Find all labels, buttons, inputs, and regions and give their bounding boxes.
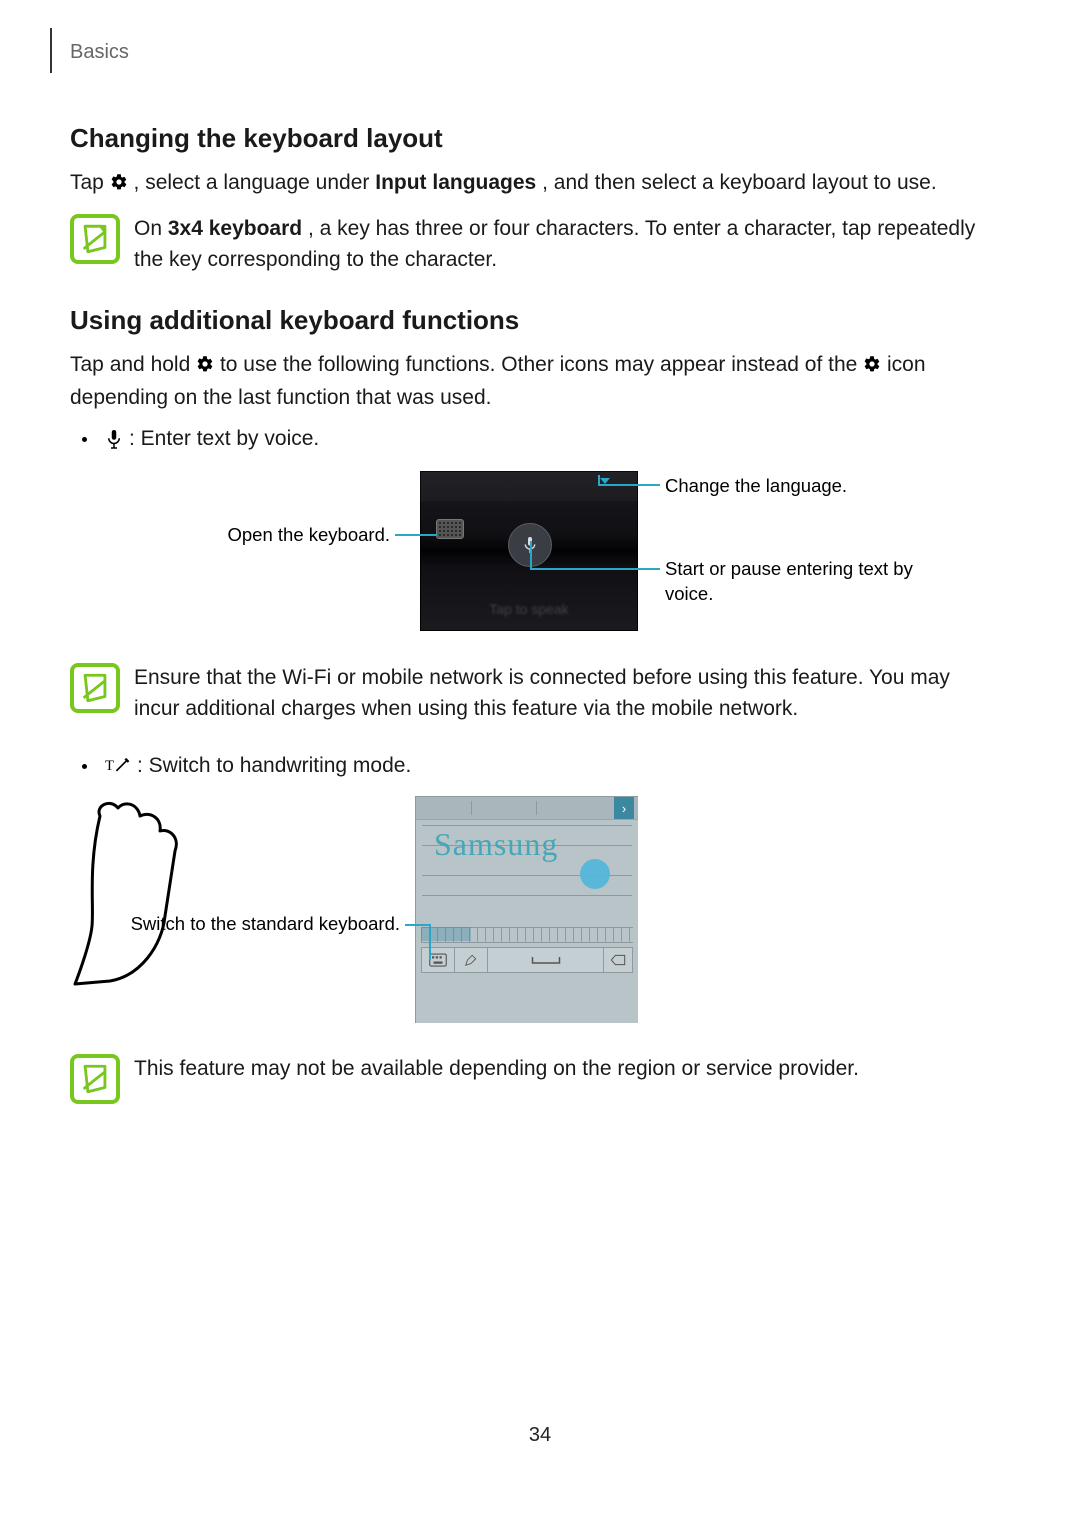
note-icon — [70, 1054, 120, 1104]
separator — [471, 801, 472, 815]
touch-point-icon — [580, 859, 610, 889]
note-icon — [70, 214, 120, 264]
text-fragment: On — [134, 217, 168, 240]
running-head-label: Basics — [70, 38, 129, 64]
note-text: On 3x4 keyboard , a key has three or fou… — [134, 214, 990, 275]
callout-open-keyboard: Open the keyboard. — [180, 523, 390, 548]
bold-3x4-keyboard: 3x4 keyboard — [168, 217, 302, 240]
hand-pointer-illustration — [70, 796, 230, 986]
callout-start-pause-voice: Start or pause entering text by voice. — [665, 557, 925, 607]
bullet-handwriting-text: : Switch to handwriting mode. — [137, 754, 411, 778]
bullet-dot — [82, 764, 87, 769]
chevron-right-icon: › — [614, 797, 634, 819]
microphone-icon — [105, 428, 123, 450]
callout-line — [395, 534, 437, 536]
callout-line — [429, 924, 431, 960]
gear-icon — [863, 352, 881, 382]
note-region: This feature may not be available depend… — [70, 1054, 990, 1104]
tap-to-speak-label: Tap to speak — [420, 601, 638, 617]
figure-handwriting: › Samsung — [70, 796, 990, 1026]
keyboard-switch-button — [421, 947, 455, 973]
page-number: 34 — [0, 1424, 1080, 1447]
voice-language-bar — [420, 471, 638, 501]
gear-icon — [110, 170, 128, 200]
para-tap-and-hold: Tap and hold to use the following functi… — [70, 350, 990, 413]
backspace-button — [603, 947, 633, 973]
callout-line — [598, 484, 660, 486]
handwriting-icon: T — [105, 756, 131, 776]
bold-input-languages: Input languages — [375, 171, 536, 194]
note-text: This feature may not be available depend… — [134, 1054, 859, 1084]
bullet-voice-text: : Enter text by voice. — [129, 427, 319, 451]
callout-line — [598, 475, 600, 485]
text-fragment: Tap and hold — [70, 353, 196, 376]
text-fragment: Tap — [70, 171, 110, 194]
text-fragment: , and then select a keyboard layout to u… — [542, 171, 937, 194]
para-select-language: Tap , select a language under Input lang… — [70, 168, 990, 200]
text-fragment: to use the following functions. Other ic… — [220, 353, 863, 376]
heading-additional-functions: Using additional keyboard functions — [70, 305, 990, 336]
gear-icon — [196, 352, 214, 382]
page-content: Changing the keyboard layout Tap , selec… — [70, 123, 990, 1104]
voice-screenshot: Tap to speak — [420, 471, 638, 631]
callout-line — [530, 541, 532, 570]
bullet-dot — [82, 437, 87, 442]
handwritten-text: Samsung — [434, 826, 558, 863]
text-fragment: , select a language under — [134, 171, 376, 194]
keyboard-icon — [436, 519, 464, 539]
suggestion-bar: › — [416, 797, 638, 820]
page: Basics Changing the keyboard layout Tap … — [0, 0, 1080, 1527]
note-3x4-keyboard: On 3x4 keyboard , a key has three or fou… — [70, 214, 990, 275]
svg-text:T: T — [105, 758, 114, 774]
callout-line — [530, 568, 660, 570]
note-icon — [70, 663, 120, 713]
space-button — [487, 947, 604, 973]
handwriting-toolbar — [421, 947, 633, 973]
figure-voice-entry: Tap to speak Open the keyboard. Change t… — [70, 471, 990, 651]
callout-change-language: Change the language. — [665, 474, 847, 499]
note-text: Ensure that the Wi-Fi or mobile network … — [134, 663, 990, 724]
callout-line — [405, 924, 429, 926]
pen-mode-button — [454, 947, 488, 973]
callout-switch-standard-keyboard: Switch to the standard keyboard. — [100, 912, 400, 937]
separator — [536, 801, 537, 815]
handwriting-screenshot: › Samsung — [415, 796, 638, 1023]
running-head: Basics — [50, 38, 1010, 73]
running-head-rule — [50, 28, 52, 73]
bullet-voice: : Enter text by voice. — [82, 427, 990, 451]
heading-changing-keyboard-layout: Changing the keyboard layout — [70, 123, 990, 154]
bullet-handwriting: T : Switch to handwriting mode. — [82, 754, 990, 778]
note-wifi: Ensure that the Wi-Fi or mobile network … — [70, 663, 990, 724]
